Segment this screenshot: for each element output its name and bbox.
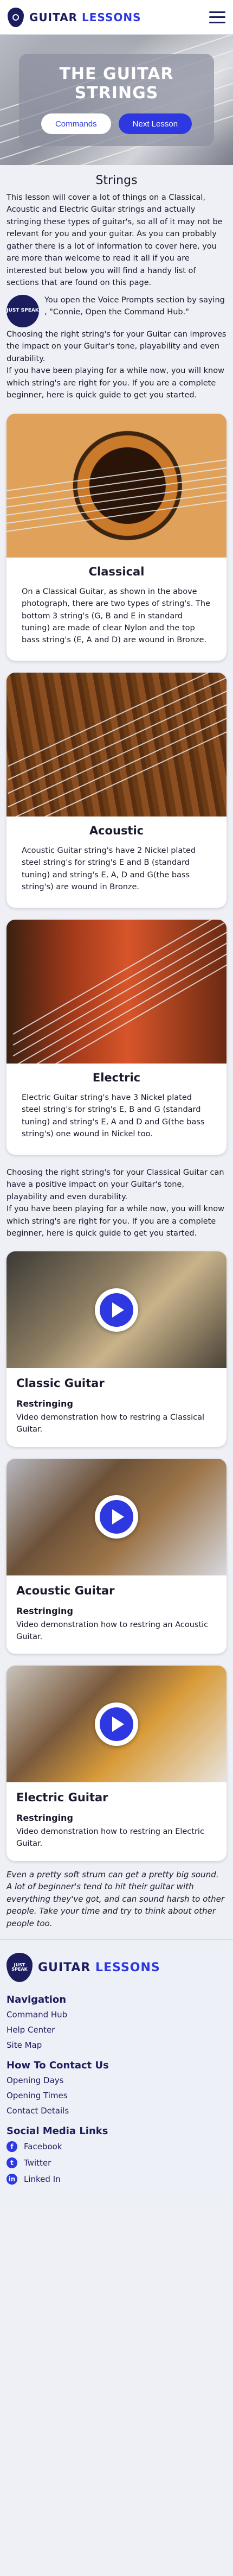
video-card-acoustic: Acoustic Guitar Restringing Video demons… (7, 1458, 226, 1654)
footer-link-opening-times[interactable]: Opening Times (7, 2091, 226, 2100)
twitter-label: Twitter (24, 2158, 51, 2168)
footer-heading-navigation: Navigation (7, 1994, 67, 2006)
footer-link-site-map[interactable]: Site Map (7, 2040, 226, 2050)
video-card-electric: Electric Guitar Restringing Video demons… (7, 1666, 226, 1861)
electric-guitar-image (7, 919, 226, 1064)
voice-prompt-row: JUST SPEAK You open the Voice Prompts se… (7, 294, 226, 327)
intro-paragraph-2: Choosing the right string's for your Gui… (7, 330, 226, 363)
card-text: Electric Guitar string's have 3 Nickel p… (22, 1093, 205, 1139)
strum-tip-note: Even a pretty soft strum can get a prett… (7, 1869, 225, 1928)
just-speak-logo-icon: JUST SPEAK (7, 1953, 33, 1983)
footer-heading-contact: How To Contact Us (7, 2060, 109, 2072)
voice-prompt-text: You open the Voice Prompts section by sa… (44, 295, 225, 317)
card-acoustic: Acoustic Acoustic Guitar string's have 2… (7, 672, 226, 908)
footer-social-list: f Facebook t Twitter in Linked In (7, 2141, 226, 2185)
footer-link-twitter[interactable]: t Twitter (7, 2157, 226, 2169)
video-subtitle: Restringing (16, 1813, 73, 1824)
card-text: On a Classical Guitar, as shown in the a… (22, 587, 211, 645)
acoustic-guitar-image (7, 672, 226, 817)
video-title: Electric Guitar (16, 1791, 108, 1805)
card-title: Acoustic (89, 824, 144, 837)
classical-guitar-image (7, 413, 226, 558)
just-speak-badge: JUST SPEAK (7, 294, 39, 327)
card-title: Classical (88, 565, 145, 578)
video-description: Video demonstration how to restring an A… (16, 1620, 209, 1641)
intro-paragraph: This lesson will cover a lot of things o… (7, 193, 223, 288)
card-classical: Classical On a Classical Guitar, as show… (7, 413, 226, 661)
video-description: Video demonstration how to restring an E… (16, 1827, 204, 1849)
video-thumbnail[interactable] (7, 1666, 226, 1783)
footer-link-command-hub[interactable]: Command Hub (7, 2010, 226, 2020)
footer-link-opening-days[interactable]: Opening Days (7, 2075, 226, 2085)
footer-nav-list: Command Hub Help Center Site Map (7, 2010, 226, 2050)
commands-button[interactable]: Commands (41, 113, 111, 134)
footer-brand-lessons: LESSONS (95, 1960, 160, 1974)
brand-name: GUITAR LESSONS (29, 11, 141, 24)
linkedin-icon: in (7, 2174, 17, 2185)
card-title: Electric (92, 1071, 141, 1084)
footer-brand-guitar: GUITAR (38, 1960, 91, 1974)
card-electric: Electric Electric Guitar string's have 3… (7, 919, 226, 1155)
video-thumbnail[interactable] (7, 1458, 226, 1575)
guitar-pick-icon (8, 7, 24, 27)
middle-paragraph-1: Choosing the right string's for your Cla… (7, 1168, 224, 1201)
play-icon[interactable] (95, 1495, 138, 1539)
site-footer: JUST SPEAK GUITAR LESSONS Navigation Com… (0, 1939, 233, 2206)
facebook-label: Facebook (24, 2142, 62, 2152)
menu-icon[interactable] (209, 11, 225, 23)
footer-brand[interactable]: JUST SPEAK GUITAR LESSONS (7, 1953, 226, 1983)
play-icon[interactable] (95, 1288, 138, 1332)
video-title: Acoustic Guitar (16, 1584, 115, 1597)
video-description: Video demonstration how to restring a Cl… (16, 1413, 205, 1434)
section-title-strings: Strings (95, 174, 138, 187)
footer-heading-social: Social Media Links (7, 2125, 108, 2137)
footer-link-linkedin[interactable]: in Linked In (7, 2174, 226, 2185)
video-card-classic: Classic Guitar Restringing Video demonst… (7, 1251, 226, 1447)
footer-brand-name: GUITAR LESSONS (38, 1961, 160, 1974)
brand-lessons: LESSONS (82, 10, 141, 24)
footer-contact-list: Opening Days Opening Times Contact Detai… (7, 2075, 226, 2116)
twitter-icon: t (7, 2157, 17, 2169)
hero-panel: THE GUITAR STRINGS Commands Next Lesson (19, 54, 214, 146)
video-subtitle: Restringing (16, 1398, 73, 1409)
hero-banner: THE GUITAR STRINGS Commands Next Lesson (0, 35, 233, 165)
footer-link-contact-details[interactable]: Contact Details (7, 2106, 226, 2116)
video-thumbnail[interactable] (7, 1251, 226, 1369)
facebook-icon: f (7, 2141, 17, 2153)
middle-paragraph-2: If you have been playing for a while now… (7, 1205, 224, 1238)
video-subtitle: Restringing (16, 1605, 73, 1616)
linkedin-label: Linked In (24, 2174, 61, 2185)
brand-guitar: GUITAR (29, 10, 78, 24)
site-header: GUITAR LESSONS (0, 0, 233, 35)
page-title: THE GUITAR STRINGS (59, 65, 174, 103)
main-content: Strings This lesson will cover a lot of … (0, 165, 233, 1929)
video-title: Classic Guitar (16, 1377, 105, 1390)
card-text: Acoustic Guitar string's have 2 Nickel p… (22, 846, 196, 892)
next-lesson-button[interactable]: Next Lesson (118, 113, 192, 134)
intro-paragraph-3: If you have been playing for a while now… (7, 366, 224, 400)
footer-link-facebook[interactable]: f Facebook (7, 2141, 226, 2153)
brand-logo[interactable]: GUITAR LESSONS (8, 7, 141, 27)
footer-link-help-center[interactable]: Help Center (7, 2025, 226, 2035)
play-icon[interactable] (95, 1702, 138, 1746)
